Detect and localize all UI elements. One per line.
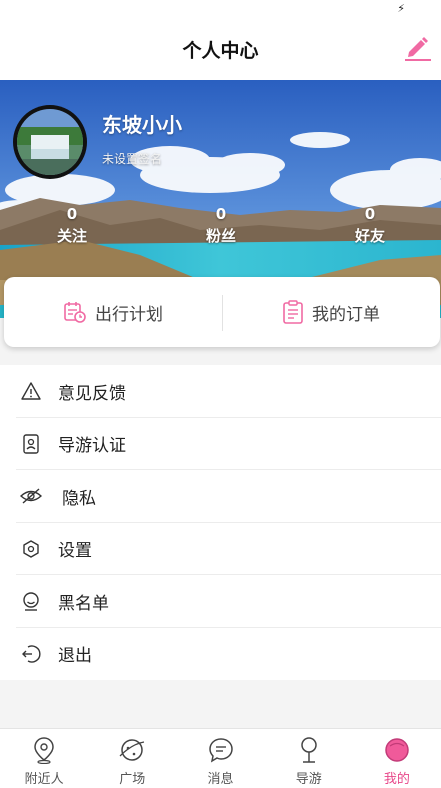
tab-messages[interactable]: 消息	[176, 729, 264, 788]
stat-fans[interactable]: 0 粉丝	[181, 205, 261, 246]
chat-bubble-icon	[208, 738, 233, 763]
menu-item-label: 退出	[58, 646, 92, 667]
hexagon-settings-icon	[20, 538, 42, 560]
menu-item-label: 隐私	[62, 488, 96, 509]
guide-pin-icon	[300, 737, 317, 763]
id-card-icon	[20, 433, 42, 455]
menu-item-privacy[interactable]: 隐私	[0, 470, 441, 523]
stat-friends-label: 好友	[354, 227, 385, 245]
smiley-face-icon	[20, 590, 42, 612]
tab-label: 附近人	[24, 772, 64, 787]
bottom-tab-bar: 附近人 广场 消息 导游 我的	[0, 728, 441, 788]
top-nav-bar: 个人中心	[0, 20, 441, 80]
location-pin-icon	[34, 737, 54, 764]
clipboard-list-icon	[283, 300, 303, 324]
tab-label: 消息	[207, 772, 234, 787]
stat-following[interactable]: 0 关注	[32, 205, 112, 246]
page-title: 个人中心	[182, 40, 259, 62]
settings-menu: 意见反馈 导游认证 隐私 设置 黑名单 退出	[0, 365, 441, 680]
menu-item-blacklist[interactable]: 黑名单	[0, 575, 441, 628]
status-bar: ⚡	[0, 0, 441, 20]
tab-guide[interactable]: 导游	[265, 729, 353, 788]
menu-item-settings[interactable]: 设置	[0, 523, 441, 576]
tab-mine[interactable]: 我的	[353, 729, 441, 788]
username: 东坡小小	[102, 113, 182, 137]
profile-circle-icon	[385, 738, 409, 762]
quick-actions-card: 出行计划 我的订单	[4, 277, 440, 347]
my-orders-button[interactable]: 我的订单	[222, 277, 440, 347]
planet-icon	[119, 739, 145, 761]
tab-label: 导游	[295, 772, 322, 787]
stat-fans-label: 粉丝	[205, 227, 236, 245]
charging-icon: ⚡	[397, 2, 405, 15]
menu-item-feedback[interactable]: 意见反馈	[0, 365, 441, 418]
menu-item-label: 导游认证	[58, 436, 126, 457]
stat-friends[interactable]: 0 好友	[330, 205, 410, 246]
tab-nearby[interactable]: 附近人	[0, 729, 88, 788]
stat-friends-count: 0	[364, 205, 376, 223]
travel-plan-label: 出行计划	[95, 304, 163, 325]
stat-following-label: 关注	[56, 227, 87, 245]
tab-label: 我的	[383, 772, 410, 787]
avatar[interactable]	[13, 105, 87, 179]
calendar-clock-icon	[64, 302, 86, 323]
stat-following-count: 0	[66, 205, 78, 223]
menu-item-guide-certification[interactable]: 导游认证	[0, 418, 441, 471]
menu-item-label: 黑名单	[58, 593, 109, 614]
menu-item-logout[interactable]: 退出	[0, 628, 441, 681]
tab-square[interactable]: 广场	[88, 729, 176, 788]
edit-profile-icon[interactable]	[401, 30, 433, 62]
eye-off-icon	[20, 485, 42, 507]
waterfall-avatar-image	[17, 109, 83, 175]
menu-item-label: 设置	[58, 541, 92, 562]
my-orders-label: 我的订单	[312, 304, 380, 325]
signature[interactable]: 未设置签名	[102, 150, 162, 167]
warning-triangle-icon	[20, 380, 42, 402]
menu-item-label: 意见反馈	[58, 383, 126, 404]
logout-icon	[20, 643, 42, 665]
stat-fans-count: 0	[215, 205, 227, 223]
tab-label: 广场	[119, 772, 146, 787]
travel-plan-button[interactable]: 出行计划	[4, 277, 222, 347]
